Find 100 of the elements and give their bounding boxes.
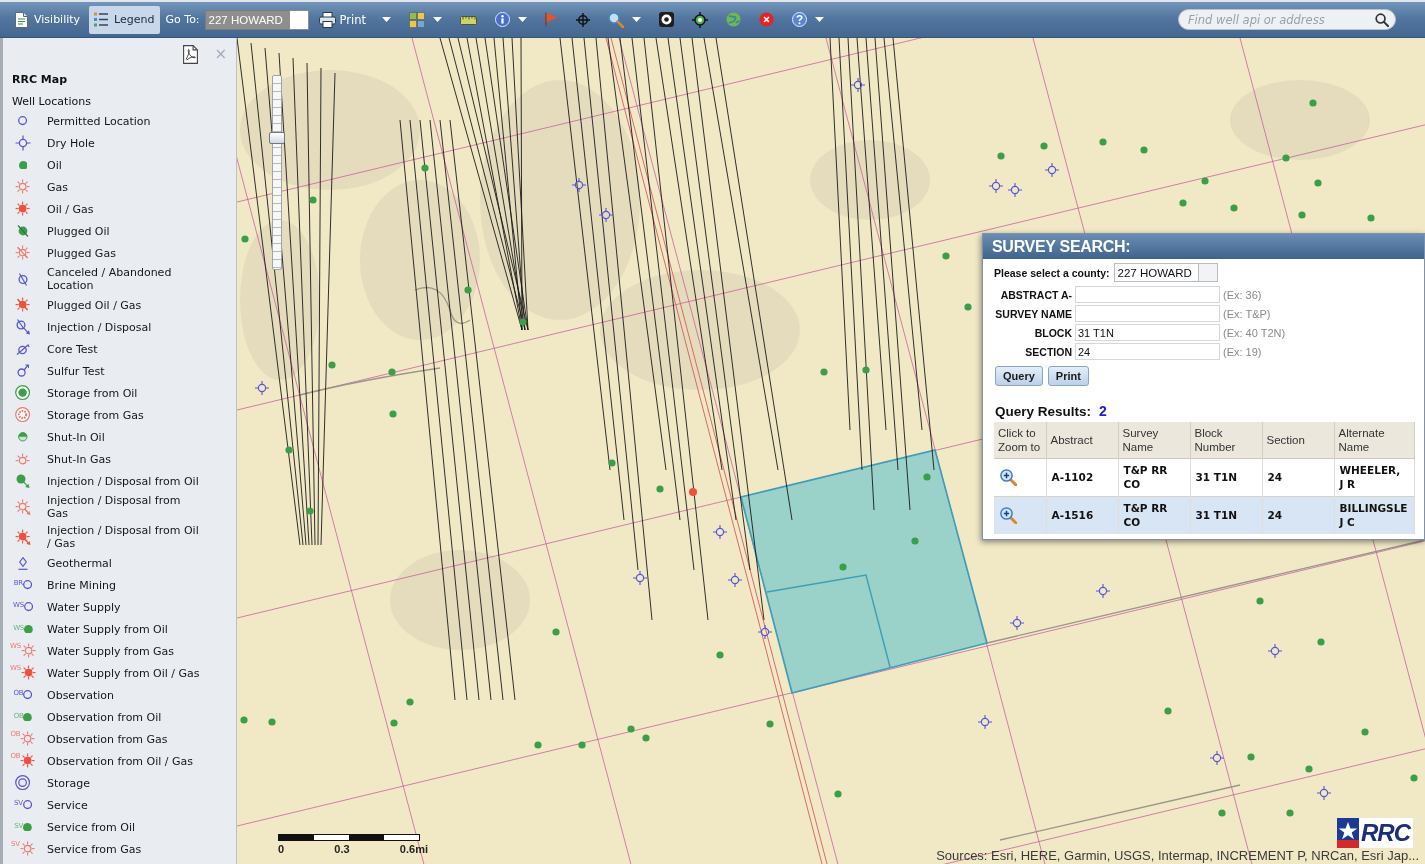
dot-arrow-icon	[16, 473, 30, 489]
legend-label: Service from Gas	[47, 842, 143, 856]
attribution-text: Sources: Esri, HERE, Garmin, USGS, Intermap, INCREMENT P, NRCan, Esri Jap...	[936, 848, 1419, 863]
results-label: Query Results:	[995, 404, 1092, 419]
table-cell: 24	[1262, 458, 1334, 496]
legend-label: Geothermal	[47, 556, 113, 570]
legend-label: Observation from Oil	[47, 710, 163, 724]
filled-sun-arrow-icon	[15, 528, 31, 546]
open-circle-icon	[18, 116, 28, 126]
magnifier-icon[interactable]	[608, 11, 625, 28]
slashed-filled-sun-icon	[15, 297, 31, 313]
sun-icon	[15, 179, 31, 195]
table-cell: 31 T1N	[1190, 458, 1262, 496]
legend-title: RRC Map	[12, 72, 69, 88]
search-icon[interactable]	[1375, 12, 1389, 27]
field-label: ABSTRACT A-	[999, 288, 1072, 301]
text-field[interactable]	[1075, 286, 1220, 303]
column-header: Survey Name	[1118, 422, 1190, 458]
dropdown-button[interactable]	[288, 9, 309, 30]
legend-label: Injection / Disposal from Gas	[47, 494, 182, 520]
grid-icon[interactable]	[409, 11, 426, 28]
ringed-dot-icon	[15, 385, 31, 401]
crosshair-icon[interactable]	[576, 12, 591, 27]
open-circle-icon	[23, 602, 33, 612]
legend-label: Dry Hole	[47, 136, 96, 150]
legend-label: Plugged Gas	[47, 246, 117, 260]
legend-label: Plugged Oil	[47, 224, 111, 238]
table-cell: T&P RR CO	[1118, 458, 1190, 496]
legend-label: Core Test	[47, 342, 99, 356]
legend-label: Shut-In Oil	[47, 430, 106, 444]
legend-label: Oil / Gas	[47, 202, 95, 216]
scale-label: 0.6mi	[399, 843, 428, 855]
table-cell: T&P RR CO	[1118, 496, 1190, 534]
circle-arrow-icon	[15, 319, 31, 335]
filled-sun-icon	[20, 753, 36, 769]
print-button[interactable]: Print	[1047, 366, 1089, 386]
legend-label: Gas	[47, 180, 69, 194]
result-row[interactable]: A-1516 T&P RR CO 31 T1N 24 BILLINGSLE J C	[994, 496, 1414, 534]
slider-thumb[interactable]	[269, 132, 285, 145]
zoom-slider[interactable]	[272, 75, 282, 270]
help-icon[interactable]	[792, 12, 808, 27]
caret-icon[interactable]	[518, 17, 528, 22]
caret-icon[interactable]	[632, 17, 642, 22]
print-button[interactable]: Print	[309, 5, 401, 34]
text-field[interactable]: 24	[1075, 343, 1220, 360]
field-hint: (Ex: 40 T2N)	[1223, 326, 1287, 339]
zoom-in-icon[interactable]	[1000, 468, 1017, 486]
caret-icon[interactable]	[433, 17, 443, 22]
dot-icon	[24, 624, 33, 634]
info-icon[interactable]	[495, 12, 511, 27]
scale-label: 0.3	[334, 843, 350, 855]
text-field[interactable]	[1075, 305, 1220, 322]
sun-arrow-icon	[15, 498, 31, 516]
star-flag-icon	[1337, 818, 1359, 848]
filled-sun-icon	[20, 665, 36, 681]
document-icon[interactable]	[183, 44, 199, 64]
legend-label: Storage from Oil	[47, 386, 139, 400]
half-sun-icon	[15, 453, 31, 465]
results-count: 2	[1099, 403, 1107, 419]
table-cell: A-1102	[1046, 458, 1118, 496]
column-header: Section	[1262, 422, 1334, 458]
legend-label: Water Supply from Oil / Gas	[47, 666, 201, 680]
visibility-tab[interactable]: Visibility	[10, 5, 86, 34]
legend-group-label: Well Locations	[12, 94, 92, 110]
locate-icon[interactable]	[692, 11, 709, 28]
x-circle-icon[interactable]	[759, 12, 775, 27]
legend-label: Observation from Oil / Gas	[47, 754, 195, 768]
printer-icon	[318, 11, 336, 28]
zoom-in-icon[interactable]	[1000, 506, 1017, 524]
column-header: Block Number	[1190, 422, 1262, 458]
ruler-icon[interactable]	[460, 13, 478, 26]
filled-sun-icon	[15, 201, 31, 217]
text-field[interactable]: 31 T1N	[1075, 324, 1220, 341]
open-circle-icon	[23, 690, 33, 700]
target-icon[interactable]	[659, 12, 675, 27]
slashed-sun-icon	[15, 245, 31, 261]
table-cell: 24	[1262, 496, 1334, 534]
legend-tab[interactable]: Legend	[89, 5, 160, 34]
column-header: Alternate Name	[1334, 422, 1414, 458]
circle-hook-icon	[16, 364, 30, 378]
legend-label: Observation from Gas	[47, 732, 169, 746]
legend-label: Water Supply from Gas	[47, 644, 176, 658]
result-row[interactable]: A-1102 T&P RR CO 31 T1N 24 WHEELER, J R	[994, 458, 1414, 496]
caret-icon[interactable]	[382, 17, 392, 22]
legend-label: Injection / Disposal	[47, 320, 153, 334]
sun-icon	[20, 731, 36, 747]
diamond-icon	[18, 556, 28, 570]
ringed-sun-icon	[15, 407, 31, 423]
legend-label: Storage from Gas	[47, 408, 145, 422]
county-select[interactable]: 227 HOWARD	[1113, 263, 1198, 282]
query-button[interactable]: Query	[995, 366, 1043, 386]
double-circle-icon	[15, 775, 31, 791]
search-field[interactable]: Find well api or address	[1178, 9, 1396, 30]
field-label: SURVEY NAME	[994, 307, 1072, 320]
caret-icon[interactable]	[815, 17, 825, 22]
county-label: Please select a county:	[994, 266, 1110, 279]
panel-header: SURVEY SEARCH:	[983, 234, 1424, 259]
table-cell: BILLINGSLE J C	[1334, 496, 1414, 534]
column-header: Click to Zoom to	[994, 422, 1046, 458]
goto-label: Go To:	[165, 13, 200, 26]
